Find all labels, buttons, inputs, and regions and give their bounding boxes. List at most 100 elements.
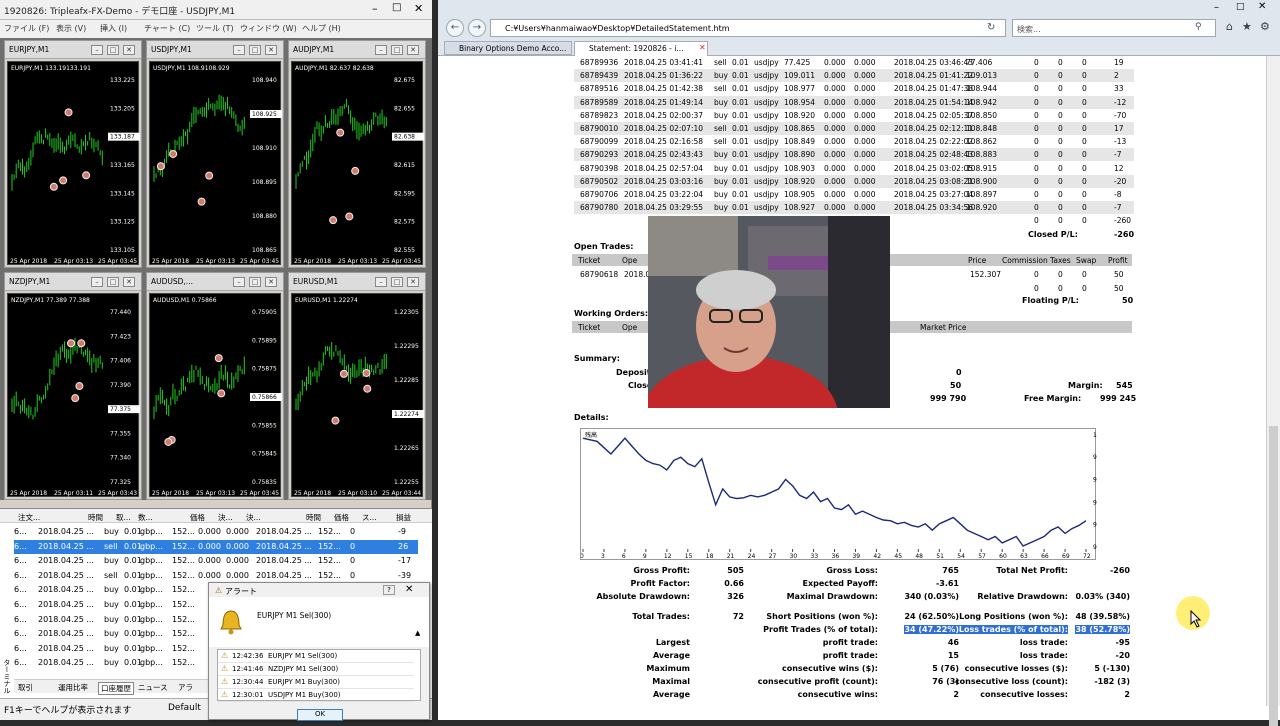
menu-item[interactable]: ファイル (F) <box>4 23 49 34</box>
back-button[interactable]: ← <box>446 19 464 37</box>
tab-statement[interactable]: Statement: 1920826 - i... ✕ <box>574 41 708 56</box>
price-chart[interactable]: AUDJPY,M1 82.637 82.638 82.675 82.655 82.63… <box>291 61 424 265</box>
column-header[interactable]: 時間 <box>88 512 103 523</box>
column-header[interactable]: 注文... <box>18 512 40 523</box>
price-chart[interactable]: AUDUSD,M1 0.75866 0.75905 0.75895 0.75875 0.… <box>149 293 282 497</box>
trade-cell: 108.883 <box>966 150 998 160</box>
alert-list-item[interactable]: ⚠ 12:42:36 EURJPY M1 Sel(300) <box>218 650 414 663</box>
chart-close-icon[interactable]: ✕ <box>407 277 419 287</box>
price-chart[interactable]: EURJPY,M1 133.19133.191 133.225 133.205 133… <box>7 61 140 265</box>
price-axis-label: 0.75905 <box>252 309 277 316</box>
price-axis-label: 133.125 <box>110 219 135 226</box>
menu-item[interactable]: 挿入 (I) <box>100 23 127 34</box>
chart-window[interactable]: EURJPY,M1 – □ ✕ EURJPY,M1 133.19133.191 133.2… <box>4 40 142 268</box>
chart-maximize-icon[interactable]: □ <box>391 45 403 55</box>
minimize-icon[interactable]: – <box>372 2 378 15</box>
browser-close-icon[interactable]: ✕ <box>1258 1 1266 12</box>
column-header[interactable]: ス... <box>362 512 377 523</box>
chart-window[interactable]: AUDJPY,M1 – □ ✕ AUDJPY,M1 82.637 82.638 82.67… <box>288 40 426 268</box>
chart-close-icon[interactable]: ✕ <box>265 277 277 287</box>
table-row[interactable]: 6... 2018.04.25 ... sell 0.01 gbp... 152... 0.… <box>14 539 418 554</box>
menu-item[interactable]: ウィンドウ (W) <box>240 23 297 34</box>
chart-maximize-icon[interactable]: □ <box>249 277 261 287</box>
column-header[interactable]: 決... <box>218 512 233 523</box>
chart-window[interactable]: AUDUSD,... – □ ✕ AUDUSD,M1 0.75866 0.75905 0.7… <box>146 272 284 500</box>
chart-close-icon[interactable]: ✕ <box>407 45 419 55</box>
alert-list-item[interactable]: ⚠ 12:41:46 NZDJPY M1 Sel(300) <box>218 663 414 676</box>
close-icon[interactable]: ✕ <box>414 2 423 15</box>
bell-icon: ⚠ <box>221 690 229 699</box>
chart-minimize-icon[interactable]: – <box>233 45 245 55</box>
chart-maximize-icon[interactable]: □ <box>107 45 119 55</box>
menu-item[interactable]: ツール (T) <box>196 23 234 34</box>
forward-button[interactable]: → <box>468 19 486 37</box>
alert-list[interactable]: ⚠ 12:42:36 EURJPY M1 Sel(300) ⚠ 12:41:46 NZDJ… <box>217 649 421 702</box>
chart-maximize-icon[interactable]: □ <box>391 277 403 287</box>
terminal-tab[interactable]: ニュース <box>138 682 168 693</box>
status-profile: Default <box>168 703 201 713</box>
settings-gear-icon[interactable]: ⚙ <box>1260 20 1270 33</box>
column-header[interactable]: 時間 <box>306 512 321 523</box>
chart-maximize-icon[interactable]: □ <box>107 277 119 287</box>
chart-close-icon[interactable]: ✕ <box>123 277 135 287</box>
column-header[interactable]: 損益 <box>396 512 411 523</box>
terminal-tab[interactable]: 取引 <box>18 682 33 693</box>
chart-minimize-icon[interactable]: – <box>91 277 103 287</box>
ok-button[interactable]: OK <box>297 709 343 721</box>
browser-minimize-icon[interactable]: – <box>1214 2 1219 13</box>
price-chart[interactable]: EURUSD,M1 1.22274 1.22305 1.22295 1.22285 1.… <box>291 293 424 497</box>
chart-minimize-icon[interactable]: – <box>233 277 245 287</box>
favorites-star-icon[interactable]: ★ <box>1242 20 1252 33</box>
chart-minimize-icon[interactable]: – <box>91 45 103 55</box>
alert-close-icon[interactable]: ✕ <box>405 584 413 595</box>
search-box[interactable]: 検索... ⚲ <box>1012 19 1216 37</box>
terminal-tab[interactable]: 口座履歴 <box>98 682 134 695</box>
chart-window[interactable]: USDJPY,M1 – □ ✕ USDJPY,M1 108.9108.929 108.94… <box>146 40 284 268</box>
column-header[interactable]: 価格 <box>334 512 349 523</box>
table-row[interactable]: 6... 2018.04.25 ... buy 0.01 gbp... 152... 0.0… <box>14 525 418 539</box>
totals-cell: 0 <box>1058 284 1063 293</box>
terminal-tab[interactable]: アラ <box>178 682 193 693</box>
column-header[interactable]: 価格 <box>190 512 205 523</box>
trade-row: 68790502 2018.04.25 03:03:16 buy 0.01 usdjpy… <box>574 174 1134 188</box>
chart-maximize-icon[interactable]: □ <box>249 45 261 55</box>
trade-marker <box>59 176 68 185</box>
column-header[interactable]: 決... <box>246 512 261 523</box>
price-axis-label: 133.105 <box>110 247 135 254</box>
menu-item[interactable]: ヘルプ (H) <box>302 23 341 34</box>
alert-list-item[interactable]: ⚠ 12:30:44 EURJPY M1 Buy(300) <box>218 676 414 689</box>
browser-maximize-icon[interactable]: □ <box>1236 2 1245 12</box>
stat-lp-l: Long Positions (won %): <box>959 612 1068 621</box>
address-bar[interactable]: C:¥Users¥hanmaiwao¥Desktop¥DetailedState… <box>490 19 1006 37</box>
page-scrollbar[interactable] <box>1266 56 1280 726</box>
menu-item[interactable]: チャート (C) <box>144 23 190 34</box>
price-chart[interactable]: USDJPY,M1 108.9108.929 108.940 108.925 108.… <box>149 61 282 265</box>
tab-close-icon[interactable]: ✕ <box>699 43 706 52</box>
table-row[interactable]: 6... 2018.04.25 ... buy 0.01 gbp... 152... 0.0… <box>14 554 418 568</box>
maximize-icon[interactable]: □ <box>392 2 401 13</box>
menu-item[interactable]: 表示 (V) <box>56 23 86 34</box>
price-axis-label: 77.355 <box>110 430 131 437</box>
chart-close-icon[interactable]: ✕ <box>265 45 277 55</box>
chart-window[interactable]: NZDJPY,M1 – □ ✕ NZDJPY,M1 77.389 77.388 77.44… <box>4 272 142 500</box>
alert-collapse-icon[interactable]: ▲ <box>415 629 420 637</box>
trade-cell: 0.000 <box>824 137 846 147</box>
trade-cell: 50 <box>1114 270 1124 279</box>
home-icon[interactable]: ⌂ <box>1226 20 1233 33</box>
chart-close-icon[interactable]: ✕ <box>123 45 135 55</box>
search-icon[interactable]: ⚲ <box>1195 22 1202 32</box>
terminal-tab[interactable]: 運用比率 <box>58 682 88 693</box>
chart-window[interactable]: EURUSD,M1 – □ ✕ EURUSD,M1 1.22274 1.22305 1.22… <box>288 272 426 500</box>
table-cell: buy <box>104 600 119 609</box>
y-tick-label: 1000010 <box>1093 432 1097 439</box>
column-header[interactable]: 数... <box>138 512 153 523</box>
chart-minimize-icon[interactable]: – <box>375 45 387 55</box>
price-chart[interactable]: NZDJPY,M1 77.389 77.388 77.440 77.423 77.40… <box>7 293 140 497</box>
chart-minimize-icon[interactable]: – <box>375 277 387 287</box>
tab-binary-options[interactable]: Binary Options Demo Acco... <box>444 41 572 55</box>
column-header[interactable]: 取... <box>116 512 131 523</box>
refresh-icon[interactable]: ↻ <box>987 22 995 33</box>
alert-list-item[interactable]: ⚠ 12:30:01 USDJPY M1 Buy(300) <box>218 689 414 702</box>
table-row[interactable]: 6... 2018.04.25 ... sell 0.01 gbp... 152... 0.… <box>14 569 418 583</box>
help-button[interactable]: ? <box>383 585 395 595</box>
